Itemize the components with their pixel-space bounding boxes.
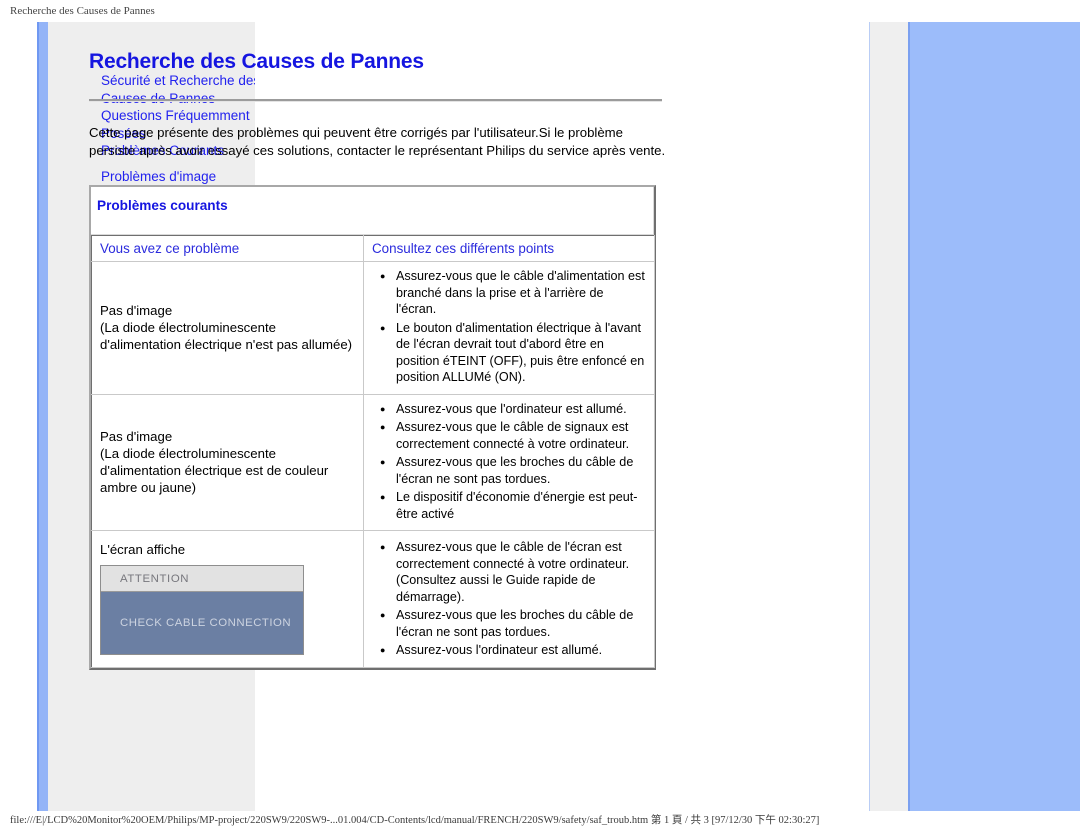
title-divider [89,99,662,102]
intro-paragraph: Cette page présente des problèmes qui pe… [89,125,666,158]
attention-screenshot-image: ATTENTION CHECK CABLE CONNECTION [100,565,304,655]
table-row: L'écran affiche ATTENTION CHECK CABLE CO… [91,530,655,668]
browser-print-header: Recherche des Causes de Pannes [10,5,155,17]
table-cell-problem: Pas d'image (La diode électroluminescent… [91,393,364,531]
solution-list: Assurez-vous que le câble d'alimentation… [372,268,646,386]
solution-list: Assurez-vous que le câble de l'écran est… [372,539,646,659]
right-grey-strip [869,22,909,811]
table-cell-problem: Pas d'image (La diode électroluminescent… [91,261,364,395]
problem-text: L'écran affiche [100,542,186,557]
table-grid: Vous avez ce problème Consultez ces diff… [91,235,655,668]
page-title: Recherche des Causes de Pannes [89,50,424,73]
table-cell-solution: Assurez-vous que l'ordinateur est allumé… [363,393,655,531]
table-cell-solution: Assurez-vous que le câble d'alimentation… [363,261,655,395]
table-cell-problem: L'écran affiche ATTENTION CHECK CABLE CO… [91,530,364,668]
table-cell-solution: Assurez-vous que le câble de l'écran est… [363,530,655,668]
list-item: Le dispositif d'économie d'énergie est p… [380,489,646,522]
list-item: Assurez-vous l'ordinateur est allumé. [380,642,646,659]
common-problems-table: Problèmes courants Vous avez ce problème… [89,185,656,670]
list-item: Le bouton d'alimentation électrique à l'… [380,320,646,386]
attention-title: ATTENTION [101,566,303,592]
list-item: Assurez-vous que les broches du câble de… [380,607,646,640]
table-caption-cell: Problèmes courants [91,187,654,235]
list-item: Assurez-vous que le câble de l'écran est… [380,539,646,605]
problem-text: Pas d'image (La diode électroluminescent… [100,303,353,353]
table-row: Pas d'image (La diode électroluminescent… [91,393,655,531]
main-content: Recherche des Causes de Pannes Cette pag… [89,48,666,670]
right-blue-block [908,22,1080,811]
problem-text: Pas d'image (La diode électroluminescent… [100,429,329,496]
table-header-row: Vous avez ce problème Consultez ces diff… [91,235,655,262]
attention-message: CHECK CABLE CONNECTION [120,617,292,629]
table-caption: Problèmes courants [97,198,228,213]
list-item: Assurez-vous que l'ordinateur est allumé… [380,401,646,418]
solution-list: Assurez-vous que l'ordinateur est allumé… [372,401,646,523]
table-header-problem: Vous avez ce problème [91,235,364,262]
list-item: Assurez-vous que le câble d'alimentation… [380,268,646,318]
table-row: Pas d'image (La diode électroluminescent… [91,261,655,395]
list-item: Assurez-vous que les broches du câble de… [380,454,646,487]
table-header-solution: Consultez ces différents points [363,235,655,262]
list-item: Assurez-vous que le câble de signaux est… [380,419,646,452]
printed-page: Sécurité et Recherche des Causes de Pann… [37,22,1080,811]
browser-status-bar: file:///E|/LCD%20Monitor%20OEM/Philips/M… [10,815,820,826]
